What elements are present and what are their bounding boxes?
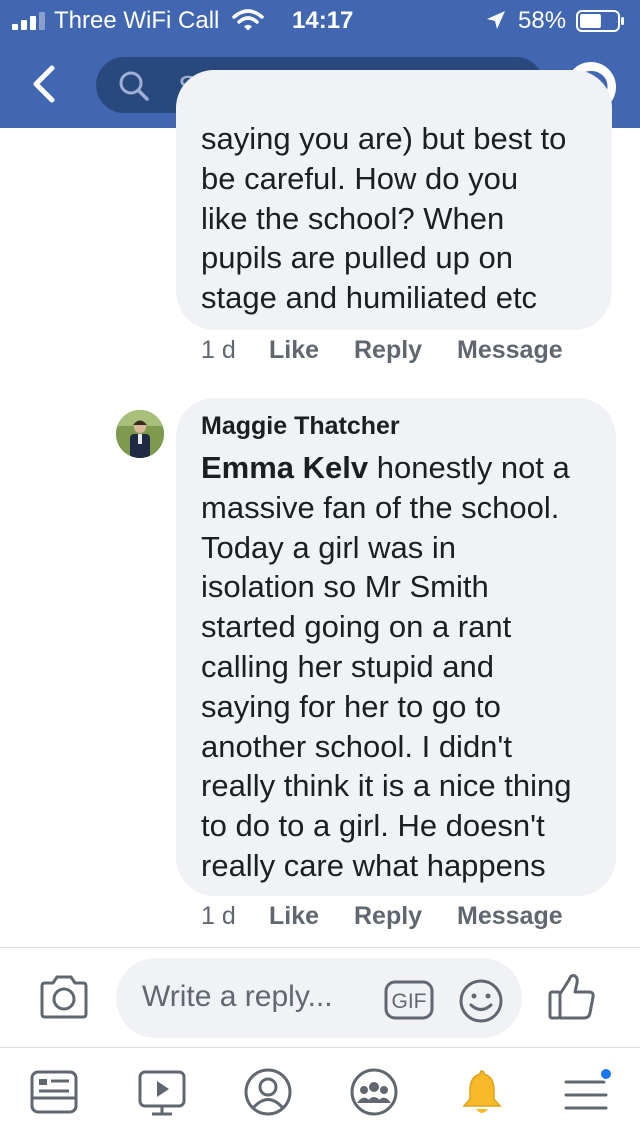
message-link[interactable]: Message	[457, 902, 563, 931]
nav-menu[interactable]	[560, 1066, 613, 1118]
avatar-photo	[116, 410, 164, 458]
comment-timestamp: 1 d	[201, 336, 236, 364]
location-arrow-icon	[487, 11, 505, 29]
reply-link[interactable]: Reply	[354, 336, 422, 365]
emoji-icon	[459, 979, 503, 1023]
like-link[interactable]: Like	[269, 902, 319, 931]
back-arrow-icon	[33, 65, 55, 103]
signal-strength-icon	[12, 12, 45, 30]
comment-line: started going on a rant	[201, 609, 512, 645]
comment-text: Emma Kelv honestly not a massive fan of …	[201, 448, 571, 886]
notification-dot	[599, 1067, 613, 1081]
back-button[interactable]	[26, 62, 66, 106]
comment-line: massive fan of the school.	[201, 489, 560, 525]
gif-icon: GIF	[384, 980, 434, 1020]
battery-percentage: 58%	[518, 7, 567, 34]
comment-timestamp: 1 d	[201, 902, 236, 930]
comment-line: really care what happens	[201, 847, 546, 883]
gif-button[interactable]: GIF	[384, 980, 434, 1020]
comment-line: be careful. How do you	[201, 160, 519, 196]
message-link[interactable]: Message	[457, 336, 563, 365]
thumbs-up-button[interactable]	[546, 970, 598, 1022]
comment-line: saying for her to go to	[201, 688, 501, 724]
comment-author[interactable]: Maggie Thatcher	[201, 412, 400, 441]
comment-line: saying you are) but best to	[201, 121, 567, 156]
comment-line: Emma Kelv honestly not a	[201, 448, 571, 488]
comment-line: pupils are pulled up on	[201, 240, 513, 276]
comment-line: calling her stupid and	[201, 648, 494, 684]
thumbs-up-icon	[548, 974, 595, 1020]
comment-line: Today a girl was in	[201, 529, 457, 565]
battery-icon	[576, 10, 624, 32]
nav-notifications[interactable]	[456, 1066, 508, 1118]
nav-news-feed[interactable]	[28, 1066, 80, 1118]
bottom-nav-divider	[0, 1047, 640, 1048]
comment-line: to do to a girl. He doesn't	[201, 808, 545, 844]
groups-icon	[350, 1068, 398, 1116]
comment-line: like the school? When	[201, 200, 505, 236]
gif-label: GIF	[392, 990, 427, 1013]
nav-profile[interactable]	[242, 1066, 294, 1118]
reply-input[interactable]: Write a reply... GIF	[116, 958, 522, 1038]
comment-line-rest: honestly not a	[368, 450, 570, 485]
camera-icon	[40, 975, 88, 1019]
search-icon	[119, 71, 149, 101]
comment-line: stage and humiliated etc	[201, 280, 538, 316]
carrier-name: Three WiFi Call	[54, 7, 220, 34]
camera-button[interactable]	[38, 974, 90, 1020]
notifications-icon	[462, 1070, 502, 1113]
comment-text: saying you are) but best to be careful. …	[201, 119, 566, 318]
reply-bar-divider	[0, 947, 640, 948]
nav-groups[interactable]	[348, 1066, 400, 1118]
wifi-icon	[232, 9, 264, 31]
avatar[interactable]	[116, 410, 164, 458]
nav-watch[interactable]	[136, 1066, 188, 1118]
menu-icon	[564, 1067, 613, 1110]
reply-link[interactable]: Reply	[354, 902, 422, 931]
profile-icon	[244, 1068, 292, 1116]
watch-icon	[138, 1070, 186, 1116]
news-feed-icon	[30, 1070, 78, 1114]
comment-line: really think it is a nice thing	[201, 768, 572, 804]
comment-line: another school. I didn't	[201, 728, 512, 764]
status-time: 14:17	[292, 7, 354, 34]
mention-link[interactable]: Emma Kelv	[201, 450, 368, 485]
emoji-button[interactable]	[458, 978, 504, 1024]
reply-placeholder: Write a reply...	[142, 980, 333, 1013]
status-bar: Three WiFi Call 14:17 58%	[0, 0, 640, 40]
like-link[interactable]: Like	[269, 336, 319, 365]
comment-line: isolation so Mr Smith	[201, 569, 489, 605]
